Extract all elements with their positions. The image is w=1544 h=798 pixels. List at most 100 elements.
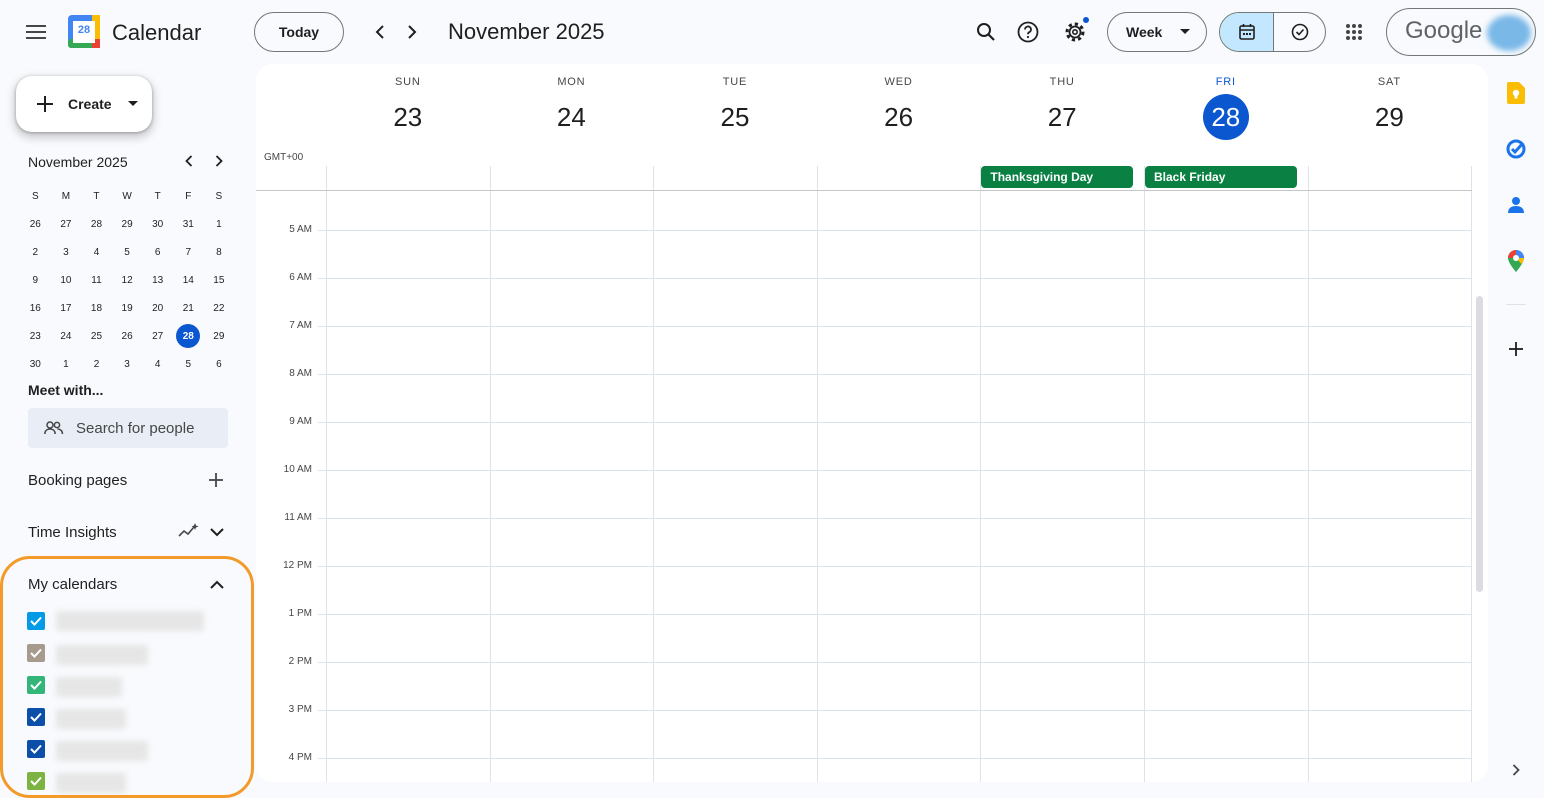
day-number[interactable]: 23	[385, 94, 431, 140]
calendar-checkbox[interactable]	[27, 708, 45, 726]
calendar-name-redacted[interactable]	[56, 677, 122, 697]
calendar-checkbox[interactable]	[27, 644, 45, 662]
mini-calendar-day[interactable]: 6	[204, 350, 235, 378]
mini-calendar-day[interactable]: 5	[112, 238, 143, 266]
day-header[interactable]: FRI 28	[1144, 64, 1308, 154]
mini-calendar-day[interactable]: 2	[20, 238, 51, 266]
mini-calendar-day[interactable]: 20	[142, 294, 173, 322]
mini-calendar-day[interactable]: 14	[173, 266, 204, 294]
mini-calendar-day[interactable]: 26	[20, 210, 51, 238]
tasks-view-toggle[interactable]	[1274, 13, 1325, 51]
day-number[interactable]: 26	[876, 94, 922, 140]
mini-calendar-day[interactable]: 23	[20, 322, 51, 350]
contacts-icon[interactable]	[1504, 193, 1528, 217]
mini-calendar-day[interactable]: 19	[112, 294, 143, 322]
mini-calendar-day[interactable]: 21	[173, 294, 204, 322]
mini-calendar-day[interactable]: 5	[173, 350, 204, 378]
my-calendars-collapse-button[interactable]	[206, 574, 228, 594]
mini-calendar-day[interactable]: 24	[51, 322, 82, 350]
calendar-checkbox[interactable]	[27, 676, 45, 694]
day-header[interactable]: TUE 25	[653, 64, 817, 154]
mini-calendar-day[interactable]: 26	[112, 322, 143, 350]
day-header[interactable]: SAT 29	[1308, 64, 1472, 154]
calendar-checkbox[interactable]	[27, 772, 45, 790]
mini-calendar-day[interactable]: 13	[142, 266, 173, 294]
calendar-name-redacted[interactable]	[56, 709, 126, 729]
day-number[interactable]: 27	[1039, 94, 1085, 140]
mini-calendar-day[interactable]: 30	[20, 350, 51, 378]
mini-calendar-day[interactable]: 3	[112, 350, 143, 378]
mini-calendar-next-button[interactable]	[208, 150, 230, 172]
mini-calendar-day[interactable]: 2	[81, 350, 112, 378]
mini-calendar-day[interactable]: 16	[20, 294, 51, 322]
expand-side-panel-button[interactable]	[1504, 758, 1528, 782]
mini-calendar-today[interactable]: 28	[176, 324, 201, 348]
google-apps-button[interactable]	[1334, 12, 1374, 52]
day-number[interactable]: 29	[1366, 94, 1412, 140]
day-header[interactable]: THU 27	[980, 64, 1144, 154]
mini-calendar-day[interactable]: 4	[81, 238, 112, 266]
mini-calendar-day[interactable]: 18	[81, 294, 112, 322]
day-number[interactable]: 28	[1202, 94, 1249, 140]
mini-calendar-day[interactable]: 30	[142, 210, 173, 238]
mini-calendar-weekday: F	[185, 190, 192, 202]
calendar-view-toggle[interactable]	[1220, 13, 1273, 51]
grid-scrollbar[interactable]	[1476, 296, 1483, 592]
next-week-button[interactable]	[392, 12, 432, 52]
view-select[interactable]: Week	[1107, 12, 1207, 52]
all-day-event[interactable]: Black Friday	[1145, 166, 1297, 188]
day-header[interactable]: MON 24	[490, 64, 654, 154]
all-day-event[interactable]: Thanksgiving Day	[981, 166, 1133, 188]
calendar-name-redacted[interactable]	[56, 611, 204, 631]
search-people-input[interactable]: Search for people	[28, 408, 228, 448]
mini-calendar-day[interactable]: 6	[142, 238, 173, 266]
tasks-icon[interactable]	[1504, 137, 1528, 161]
time-insights-expand-button[interactable]	[206, 522, 228, 542]
add-booking-page-button[interactable]	[204, 468, 228, 492]
calendar-name-redacted[interactable]	[56, 741, 148, 761]
day-number[interactable]: 24	[548, 94, 594, 140]
mini-calendar-day[interactable]: 12	[112, 266, 143, 294]
mini-calendar-day[interactable]: 31	[173, 210, 204, 238]
avatar[interactable]	[1487, 15, 1531, 51]
main-menu-button[interactable]	[16, 12, 56, 52]
booking-pages-heading[interactable]: Booking pages	[28, 472, 127, 489]
today-button[interactable]: Today	[254, 12, 344, 52]
help-button[interactable]	[1008, 12, 1048, 52]
mini-calendar-day[interactable]: 4	[142, 350, 173, 378]
mini-calendar-day[interactable]: 29	[204, 322, 235, 350]
keep-icon[interactable]	[1504, 81, 1528, 105]
mini-calendar-day[interactable]: 9	[20, 266, 51, 294]
create-button[interactable]: Create	[16, 76, 152, 132]
day-number[interactable]: 25	[712, 94, 758, 140]
mini-calendar-day[interactable]: 7	[173, 238, 204, 266]
search-button[interactable]	[966, 12, 1006, 52]
calendar-checkbox[interactable]	[27, 612, 45, 630]
settings-button[interactable]	[1055, 12, 1095, 52]
mini-calendar-prev-button[interactable]	[178, 150, 200, 172]
mini-calendar-day[interactable]: 1	[204, 210, 235, 238]
calendar-name-redacted[interactable]	[56, 773, 126, 793]
mini-calendar-day[interactable]: 10	[51, 266, 82, 294]
day-header[interactable]: SUN 23	[326, 64, 490, 154]
mini-calendar-day[interactable]: 3	[51, 238, 82, 266]
account-chip[interactable]: Google	[1386, 8, 1536, 56]
mini-calendar-day[interactable]: 15	[204, 266, 235, 294]
mini-calendar-day[interactable]: 28	[81, 210, 112, 238]
mini-calendar-day[interactable]: 11	[81, 266, 112, 294]
mini-calendar-day[interactable]: 27	[51, 210, 82, 238]
mini-calendar-day[interactable]: 25	[81, 322, 112, 350]
time-insights-heading[interactable]: Time Insights	[28, 524, 117, 541]
calendar-name-redacted[interactable]	[56, 645, 148, 665]
mini-calendar-day[interactable]: 8	[204, 238, 235, 266]
mini-calendar-day[interactable]: 22	[204, 294, 235, 322]
mini-calendar-day[interactable]: 17	[51, 294, 82, 322]
add-addon-button[interactable]	[1504, 337, 1528, 361]
mini-calendar-day[interactable]: 1	[51, 350, 82, 378]
maps-icon[interactable]	[1504, 249, 1528, 273]
my-calendars-heading[interactable]: My calendars	[28, 576, 117, 593]
calendar-checkbox[interactable]	[27, 740, 45, 758]
day-header[interactable]: WED 26	[817, 64, 981, 154]
mini-calendar-day[interactable]: 27	[142, 322, 173, 350]
mini-calendar-day[interactable]: 29	[112, 210, 143, 238]
